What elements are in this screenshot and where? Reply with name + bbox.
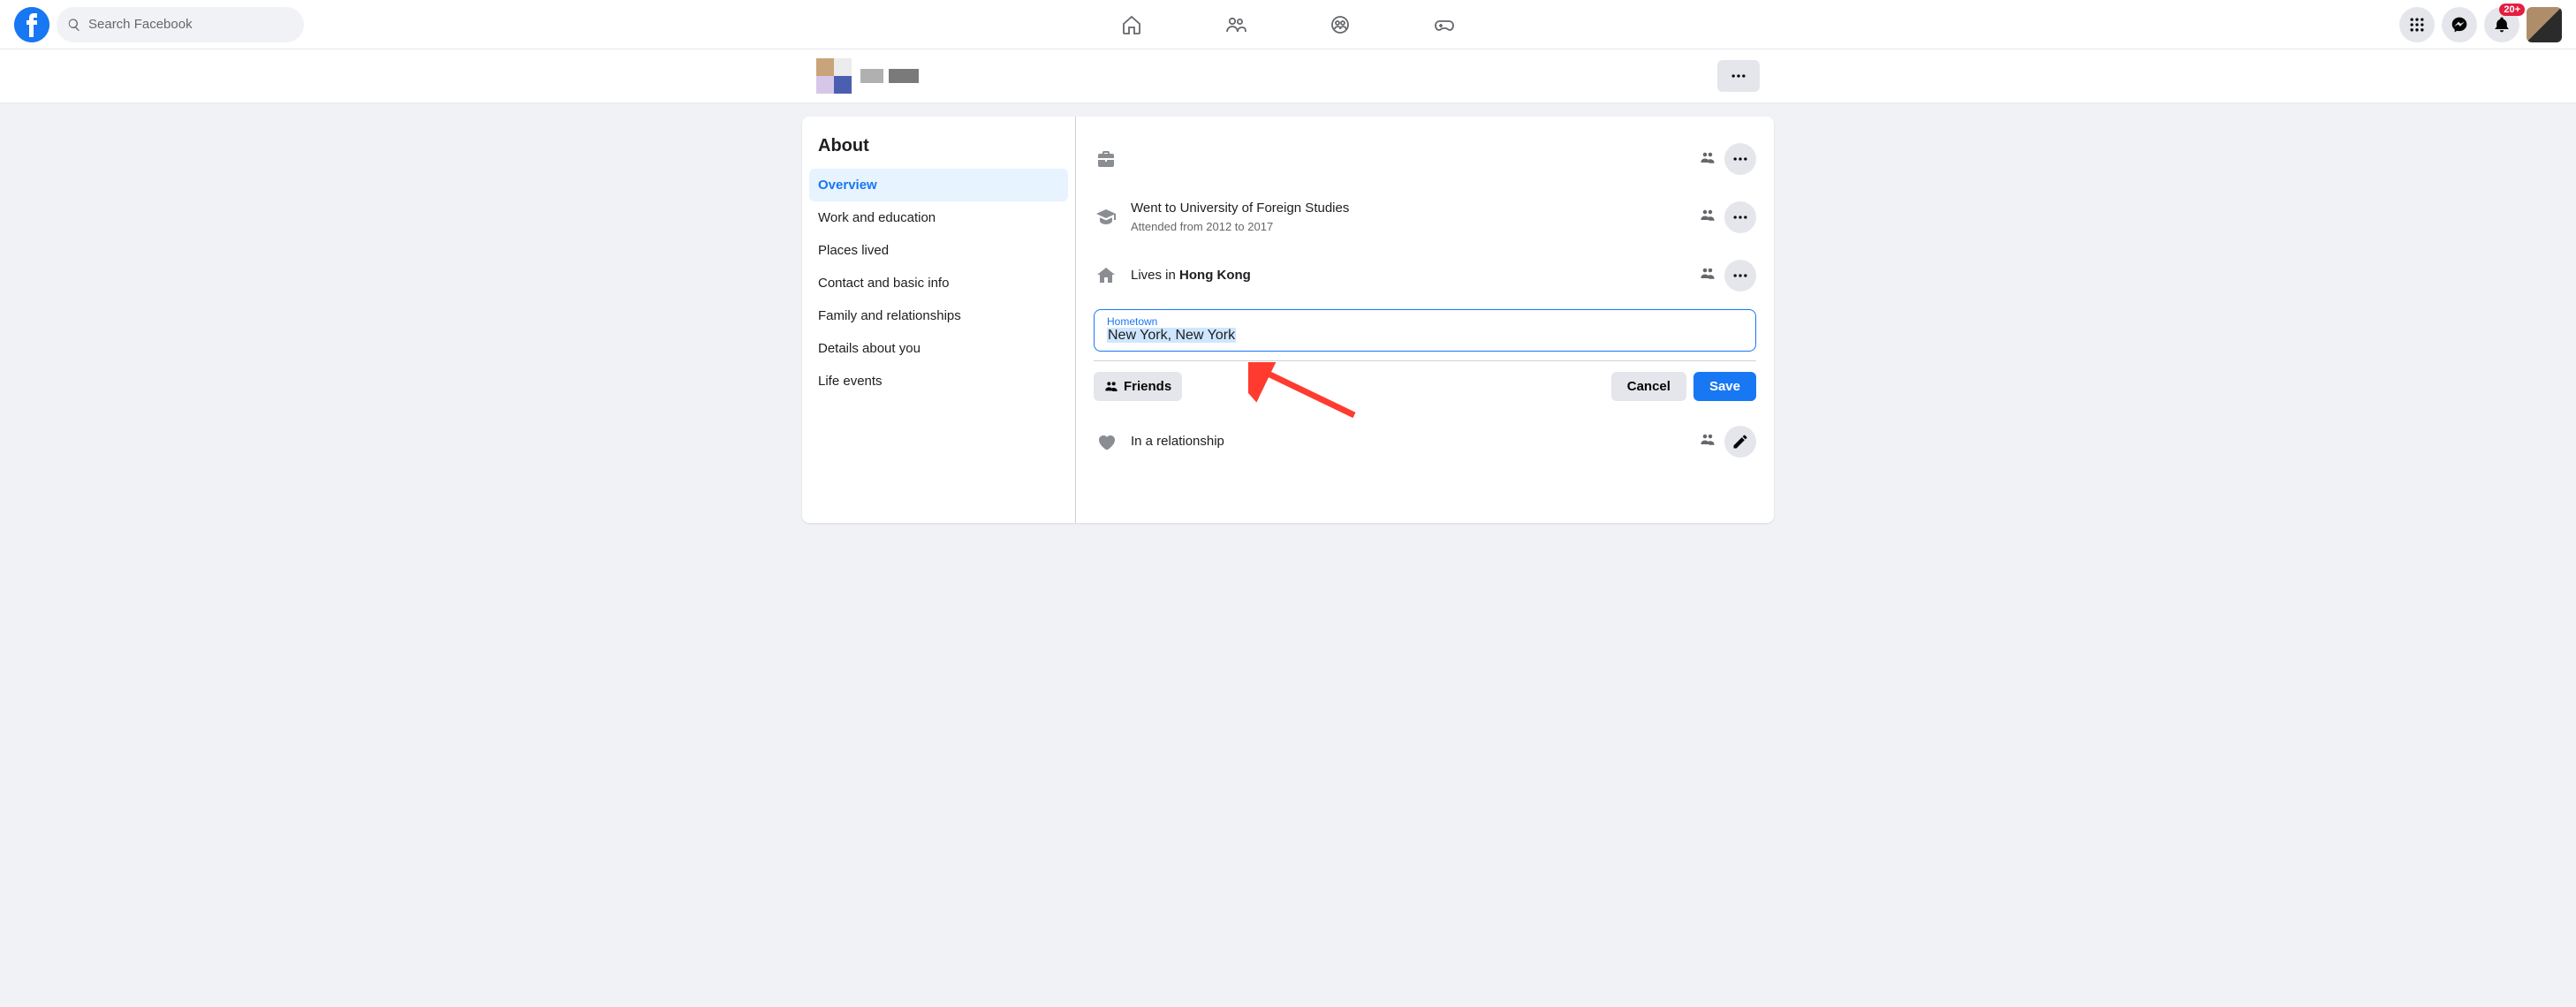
ellipsis-icon xyxy=(1730,67,1747,85)
nav-home[interactable] xyxy=(1083,4,1180,46)
audience-label: Friends xyxy=(1124,379,1171,394)
ellipsis-icon xyxy=(1731,150,1749,168)
profile-avatar-small xyxy=(816,58,852,94)
save-button[interactable]: Save xyxy=(1693,372,1756,401)
profile-more-button[interactable] xyxy=(1717,60,1760,92)
current-city-row: Lives in Hong Kong xyxy=(1094,247,1756,304)
work-more-button[interactable] xyxy=(1724,143,1756,175)
facebook-logo[interactable] xyxy=(14,7,49,42)
sidebar-item-places-lived[interactable]: Places lived xyxy=(809,234,1068,267)
profile-name-obscured xyxy=(860,69,919,83)
about-heading: About xyxy=(809,131,1068,169)
search-icon xyxy=(67,18,81,32)
top-nav-center xyxy=(1083,0,1493,49)
education-row: Went to University of Foreign Studies At… xyxy=(1094,187,1756,247)
ellipsis-icon xyxy=(1731,267,1749,284)
hometown-actions: Friends Cancel Save xyxy=(1094,372,1756,401)
education-more-button[interactable] xyxy=(1724,201,1756,233)
hometown-field[interactable]: Hometown New York, New York xyxy=(1094,309,1756,352)
sidebar-item-contact-basic[interactable]: Contact and basic info xyxy=(809,267,1068,299)
profile-chip[interactable] xyxy=(816,58,919,94)
menu-grid-icon xyxy=(2408,16,2426,34)
messenger-icon xyxy=(2451,16,2468,34)
sidebar-item-life-events[interactable]: Life events xyxy=(809,365,1068,398)
profile-subnav xyxy=(0,49,2576,102)
education-school: University of Foreign Studies xyxy=(1180,201,1350,216)
education-text: Went to University of Foreign Studies At… xyxy=(1131,200,1687,235)
work-row xyxy=(1094,131,1756,187)
heart-icon xyxy=(1094,431,1118,452)
nav-gaming[interactable] xyxy=(1396,4,1493,46)
pencil-icon xyxy=(1731,433,1749,450)
current-city-name: Hong Kong xyxy=(1179,268,1251,283)
sidebar-item-work-education[interactable]: Work and education xyxy=(809,201,1068,234)
top-nav-right: 20+ xyxy=(2399,7,2562,42)
notifications-badge: 20+ xyxy=(2499,4,2525,16)
education-prefix: Went to xyxy=(1131,201,1180,216)
hometown-input[interactable]: New York, New York xyxy=(1107,328,1236,343)
graduation-cap-icon xyxy=(1094,207,1118,228)
audience-friends-icon[interactable] xyxy=(1700,265,1716,285)
friends-icon xyxy=(1225,14,1246,35)
nav-friends[interactable] xyxy=(1187,4,1284,46)
about-main: Went to University of Foreign Studies At… xyxy=(1076,117,1774,523)
nav-groups[interactable] xyxy=(1292,4,1389,46)
notifications-button[interactable]: 20+ xyxy=(2484,7,2519,42)
friends-audience-icon xyxy=(1104,379,1118,393)
bell-icon xyxy=(2493,16,2511,34)
menu-button[interactable] xyxy=(2399,7,2435,42)
current-city-prefix: Lives in xyxy=(1131,268,1179,283)
top-nav: 20+ xyxy=(0,0,2576,49)
relationship-row: In a relationship xyxy=(1094,413,1756,470)
about-card: About Overview Work and education Places… xyxy=(802,117,1774,523)
briefcase-icon xyxy=(1094,148,1118,170)
cancel-button[interactable]: Cancel xyxy=(1611,372,1686,401)
search-input[interactable] xyxy=(88,17,293,32)
divider xyxy=(1094,360,1756,361)
groups-icon xyxy=(1330,14,1351,35)
sidebar-item-details[interactable]: Details about you xyxy=(809,332,1068,365)
sidebar-item-family[interactable]: Family and relationships xyxy=(809,299,1068,332)
audience-friends-icon[interactable] xyxy=(1700,149,1716,170)
sidebar-item-overview[interactable]: Overview xyxy=(809,169,1068,201)
home-icon xyxy=(1121,14,1142,35)
messenger-button[interactable] xyxy=(2442,7,2477,42)
house-icon xyxy=(1094,265,1118,286)
current-city-more-button[interactable] xyxy=(1724,260,1756,292)
current-city-text: Lives in Hong Kong xyxy=(1131,267,1687,284)
audience-friends-icon[interactable] xyxy=(1700,207,1716,227)
relationship-edit-button[interactable] xyxy=(1724,426,1756,458)
gaming-icon xyxy=(1434,14,1455,35)
about-sidebar: About Overview Work and education Places… xyxy=(802,117,1076,523)
relationship-text: In a relationship xyxy=(1131,433,1687,450)
ellipsis-icon xyxy=(1731,208,1749,226)
account-avatar[interactable] xyxy=(2527,7,2562,42)
audience-friends-icon[interactable] xyxy=(1700,431,1716,451)
hometown-label: Hometown xyxy=(1107,315,1743,328)
education-sub: Attended from 2012 to 2017 xyxy=(1131,219,1687,235)
audience-selector-button[interactable]: Friends xyxy=(1094,372,1182,401)
search-box[interactable] xyxy=(57,7,304,42)
